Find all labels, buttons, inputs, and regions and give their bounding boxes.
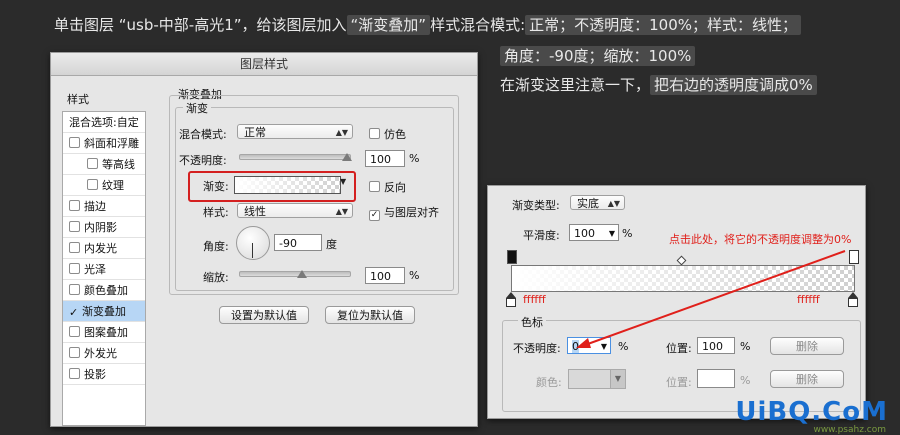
arrow-line (584, 250, 846, 346)
annotation-arrow (576, 250, 846, 348)
watermark-text: UiBQ.CoM (735, 397, 888, 427)
watermark-logo: UiBQ.CoM www.psahz.com (735, 397, 888, 435)
watermark-url: www.psahz.com (813, 425, 886, 435)
arrow-head-icon (576, 338, 591, 348)
